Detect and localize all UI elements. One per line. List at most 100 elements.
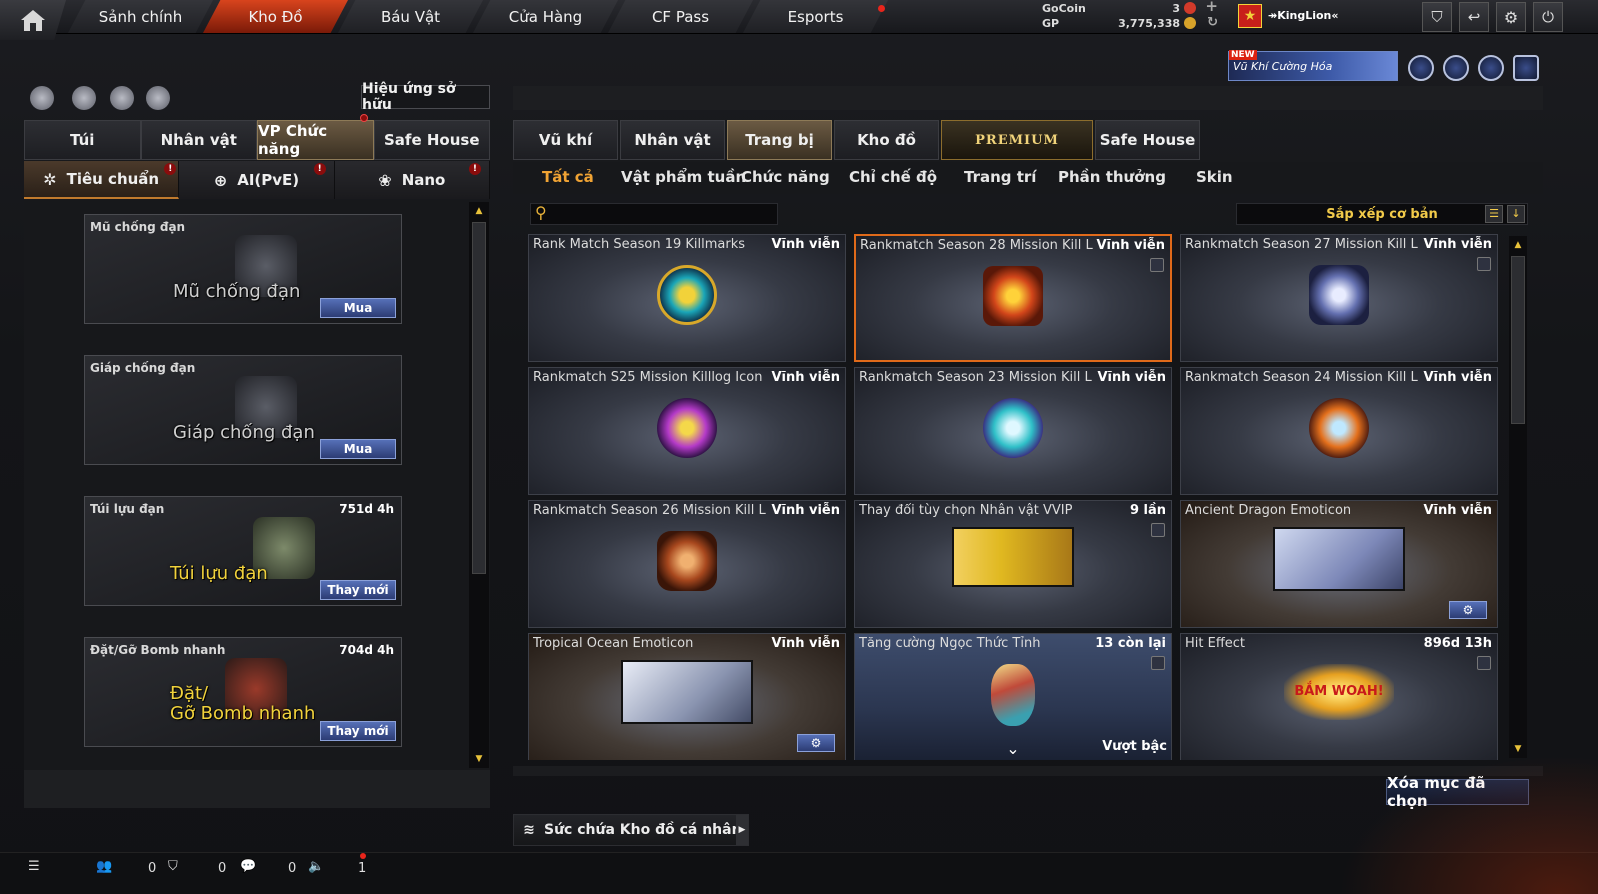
settings-button[interactable]: ⚙ [1496, 2, 1526, 32]
item-card[interactable]: Thay đổi tùy chọn Nhân vật VVIP 9 lần [854, 500, 1172, 628]
settings-button[interactable]: ⚙ [797, 734, 835, 752]
shield-button[interactable]: ⛉ [1422, 2, 1452, 32]
replace-button[interactable]: Thay mới [320, 580, 396, 600]
item-card[interactable]: Hit Effect 896d 13h BẮM WOAH! [1180, 633, 1498, 760]
nav-tab-shop[interactable]: Cửa Hàng [473, 0, 618, 33]
nav-tab-inventory[interactable]: Kho Đồ [203, 0, 348, 33]
trash-icon[interactable] [1151, 656, 1165, 670]
clan-icon[interactable]: ⛉ [168, 859, 178, 874]
left-tab-functional[interactable]: VP Chức năng [257, 120, 374, 160]
power-button[interactable]: ⏻ [1533, 2, 1563, 32]
subtab-functional[interactable]: Chức năng [741, 168, 830, 186]
refresh-icon[interactable]: ↻ [1207, 15, 1218, 30]
sort-order-icon[interactable]: ↓ [1507, 205, 1525, 223]
item-card[interactable]: Tăng cường Ngọc Thức Tỉnh 13 còn lại Vượ… [854, 633, 1172, 760]
subtab-rewards[interactable]: Phần thưởng [1058, 168, 1166, 186]
subtab-all[interactable]: Tất cả [542, 168, 594, 186]
item-card[interactable]: Rank Match Season 19 Killmarks Vĩnh viễn [528, 234, 846, 362]
slot-quick-bomb[interactable]: Đặt/Gỡ Bomb nhanh 704d 4h Đặt/ Gỡ Bomb n… [84, 637, 402, 747]
subtab-mode-only[interactable]: Chỉ chế độ [849, 168, 937, 186]
scroll-thumb[interactable] [472, 222, 486, 574]
player-name[interactable]: ↠KingLion« [1268, 9, 1339, 22]
event-icon-1[interactable] [1408, 55, 1434, 81]
left-tab-safe-house[interactable]: Safe House [373, 120, 490, 160]
tab-character[interactable]: Nhân vật [620, 120, 725, 160]
item-card[interactable]: Rankmatch Season 24 Mission Kill L Vĩnh … [1180, 367, 1498, 495]
speaker-icon[interactable]: 🔈 [308, 859, 324, 874]
history-icon[interactable] [72, 86, 96, 110]
exit-room-button[interactable]: ↩ [1459, 2, 1489, 32]
home-button[interactable] [0, 0, 66, 40]
trash-icon[interactable] [1477, 656, 1491, 670]
left-tab-bag[interactable]: Túi [24, 120, 141, 160]
scroll-down-icon[interactable]: ▼ [1511, 742, 1525, 756]
item-card[interactable]: Rankmatch S25 Mission Killlog Icon Vĩnh … [528, 367, 846, 495]
left-scrollbar[interactable]: ▲ ▼ [469, 202, 489, 768]
friends-icon[interactable]: 👥 [96, 859, 112, 874]
top-nav: Sảnh chính Kho Đồ Báu Vật Cửa Hàng CF Pa… [0, 0, 1598, 40]
item-card[interactable]: Tropical Ocean Emoticon Vĩnh viễn ⚙ [528, 633, 846, 760]
tab-equipment[interactable]: Trang bị [727, 120, 832, 160]
tab-premium[interactable]: PREMIUM [941, 120, 1093, 160]
subtab-standard[interactable]: ✲ Tiêu chuẩn ! [24, 161, 180, 199]
item-name: Tropical Ocean Emoticon [533, 636, 694, 651]
slot-armor[interactable]: Giáp chống đạn Giáp chống đạn Mua [84, 355, 402, 465]
menu-list-icon[interactable]: ☰ [28, 859, 40, 874]
owned-effects-button[interactable]: Hiệu ứng sở hữu [361, 81, 490, 113]
buy-button[interactable]: Mua [320, 439, 396, 459]
item-card[interactable]: Rankmatch Season 23 Mission Kill L Vĩnh … [854, 367, 1172, 495]
item-card-selected[interactable]: Rankmatch Season 28 Mission Kill L Vĩnh … [854, 234, 1172, 362]
scroll-up-icon[interactable]: ▲ [472, 204, 486, 218]
trash-icon[interactable] [1151, 523, 1165, 537]
nav-tab-treasure[interactable]: Báu Vật [338, 0, 483, 33]
return-icon: ↩ [1467, 8, 1481, 26]
promo-banner[interactable]: NEW Vũ Khí Cường Hóa [1228, 50, 1398, 81]
item-card[interactable]: Rankmatch Season 26 Mission Kill L Vĩnh … [528, 500, 846, 628]
item-card[interactable]: Rankmatch Season 27 Mission Kill L Vĩnh … [1180, 234, 1498, 362]
nav-tab-cf-pass[interactable]: CF Pass [608, 0, 753, 33]
subtab-nano[interactable]: ❀ Nano ! [334, 161, 490, 199]
ranking-icon[interactable] [30, 86, 54, 110]
subtab-ai-pve[interactable]: ⊕ AI(PvE) ! [179, 161, 335, 199]
event-icon-2[interactable] [1443, 55, 1469, 81]
scroll-thumb[interactable] [1511, 256, 1525, 424]
trash-icon[interactable] [1477, 257, 1491, 271]
capacity-button[interactable]: ≋ Sức chứa Kho đồ cá nhân ▶ [513, 814, 749, 846]
add-coin-icon[interactable]: + [1205, 0, 1218, 14]
emoticon-image [621, 660, 753, 724]
glove-icon[interactable] [146, 86, 170, 110]
scroll-up-icon[interactable]: ▲ [1511, 238, 1525, 252]
tab-safe-house[interactable]: Safe House [1095, 120, 1200, 160]
left-footer [24, 770, 490, 808]
gear-icon: ⚙ [810, 736, 822, 750]
slot-grenade-bag[interactable]: Túi lựu đạn 751d 4h Túi lựu đạn Thay mới [84, 496, 402, 606]
trash-icon[interactable] [1150, 258, 1164, 272]
chat-icon[interactable]: 💬 [240, 859, 256, 874]
scroll-down-icon[interactable]: ▼ [472, 752, 486, 766]
delete-selected-button[interactable]: Xóa mục đã chọn [1386, 774, 1529, 810]
slot-helmet[interactable]: Mũ chống đạn Mũ chống đạn Mua [84, 214, 402, 324]
settings-button[interactable]: ⚙ [1449, 601, 1487, 619]
buy-button[interactable]: Mua [320, 298, 396, 318]
item-name: Rankmatch Season 24 Mission Kill L [1185, 370, 1418, 385]
event-icon-4[interactable] [1513, 55, 1539, 81]
emoticon-image [1273, 527, 1405, 591]
subtab-decoration[interactable]: Trang trí [964, 168, 1036, 186]
notification-count: 1 [358, 861, 367, 876]
nav-tab-esports[interactable]: Esports [743, 0, 888, 33]
subtab-weekly[interactable]: Vật phẩm tuần [621, 168, 746, 186]
grid-scrollbar[interactable]: ▲ ▼ [1509, 236, 1527, 758]
search-input[interactable]: ⚲ [530, 203, 778, 225]
nav-tab-lobby[interactable]: Sảnh chính [68, 0, 213, 33]
list-view-icon[interactable]: ☰ [1485, 205, 1503, 223]
left-tab-character[interactable]: Nhân vật [140, 120, 257, 160]
item-card[interactable]: Ancient Dragon Emoticon Vĩnh viễn ⚙ [1180, 500, 1498, 628]
layers-icon: ≋ [523, 822, 535, 838]
character-edit-icon[interactable] [110, 86, 134, 110]
subtab-skin[interactable]: Skin [1196, 168, 1233, 186]
tab-weapons[interactable]: Vũ khí [513, 120, 618, 160]
replace-button[interactable]: Thay mới [320, 721, 396, 741]
tab-storage[interactable]: Kho đồ [834, 120, 939, 160]
event-icon-3[interactable] [1478, 55, 1504, 81]
chevron-down-icon[interactable]: ⌄ [1006, 739, 1019, 758]
